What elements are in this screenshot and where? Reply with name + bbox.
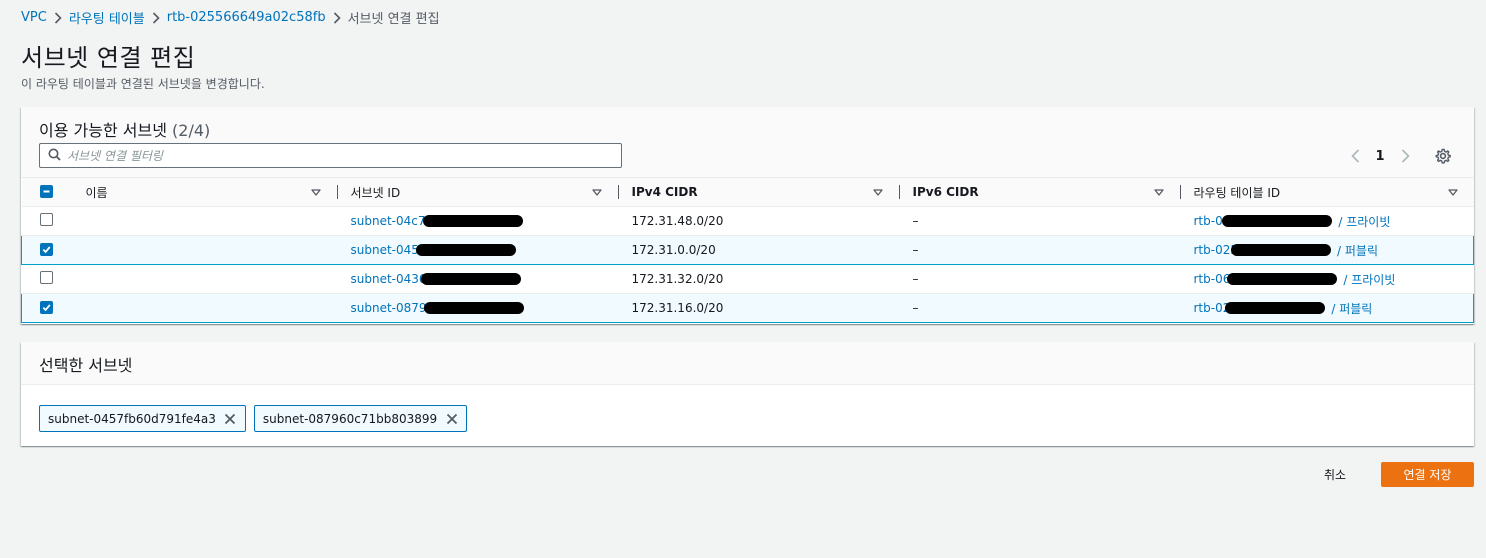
ipv4-cidr-cell: 172.31.16.0/20 <box>631 293 913 323</box>
column-header-subnet-id[interactable]: 서브넷 ID <box>350 178 632 207</box>
redaction-mark <box>415 244 516 256</box>
ipv4-cidr-cell: 172.31.0.0/20 <box>631 235 913 265</box>
select-all-checkbox[interactable] <box>39 185 53 198</box>
subnets-table: 이름 서브넷 ID IPv4 CIDR IPv6 CIDR 라우팅 테이블 ID… <box>21 178 1474 323</box>
next-page-button[interactable] <box>1394 147 1416 165</box>
save-associations-button[interactable]: 연결 저장 <box>1381 462 1474 487</box>
redaction-mark <box>420 273 521 285</box>
redaction-mark <box>423 302 524 314</box>
selected-subnet-token: subnet-0457fb60d791fe4a3 <box>39 405 246 432</box>
column-subnet-id-label: 서브넷 ID <box>350 185 401 200</box>
row-checkbox[interactable] <box>40 301 53 314</box>
previous-page-button[interactable] <box>1344 147 1366 165</box>
subnet-filter[interactable] <box>39 143 622 168</box>
table-row[interactable]: subnet-0879 172.31.16.0/20 – rtb-02/ 퍼블릭 <box>21 293 1474 323</box>
table-header-row: 이름 서브넷 ID IPv4 CIDR IPv6 CIDR 라우팅 테이블 ID <box>21 178 1474 207</box>
available-subnets-count: (2/4) <box>172 121 211 140</box>
column-header-name[interactable]: 이름 <box>69 178 351 207</box>
selected-subnets-panel: 선택한 서브넷 subnet-0457fb60d791fe4a3 subnet-… <box>21 342 1474 446</box>
page-title: 서브넷 연결 편집 <box>21 44 196 72</box>
token-label: subnet-0457fb60d791fe4a3 <box>48 411 216 426</box>
table-row[interactable]: subnet-04c7740 172.31.48.0/20 – rtb-06/ … <box>21 206 1474 236</box>
sort-caret-icon[interactable] <box>309 188 323 196</box>
ipv6-cidr-cell: – <box>912 235 1194 265</box>
subnet-filter-input[interactable] <box>67 148 607 163</box>
route-table-type[interactable]: / 프라이빗 <box>1338 213 1390 230</box>
breadcrumb-vpc[interactable]: VPC <box>21 10 47 25</box>
redaction-mark <box>1222 215 1333 227</box>
route-table-type[interactable]: / 프라이빗 <box>1343 271 1395 288</box>
route-table-type[interactable]: / 퍼블릭 <box>1331 300 1372 317</box>
breadcrumb-current: 서브넷 연결 편집 <box>347 12 440 27</box>
gear-icon[interactable] <box>1434 147 1452 165</box>
pagination: 1 <box>1344 147 1416 165</box>
selected-subnet-tokens: subnet-0457fb60d791fe4a3 subnet-087960c7… <box>39 405 468 432</box>
available-subnets-title: 이용 가능한 서브넷 <box>39 121 167 140</box>
table-row[interactable]: subnet-045 172.31.0.0/20 – rtb-025/ 퍼블릭 <box>21 235 1474 265</box>
available-subnets-header: 이용 가능한 서브넷 (2/4) 1 <box>21 107 1474 178</box>
redaction-mark <box>1231 244 1331 256</box>
sort-caret-icon[interactable] <box>590 188 604 196</box>
column-ipv6-label: IPv6 CIDR <box>912 185 979 199</box>
column-name-label: 이름 <box>85 185 108 200</box>
row-name-cell <box>69 206 351 236</box>
close-icon[interactable] <box>445 412 458 425</box>
token-label: subnet-087960c71bb803899 <box>262 411 438 426</box>
breadcrumb-route-tables[interactable]: 라우팅 테이블 <box>69 8 145 27</box>
sort-caret-icon[interactable] <box>871 188 885 196</box>
column-header-route-table-id[interactable]: 라우팅 테이블 ID <box>1193 178 1474 207</box>
subnet-id-link[interactable]: subnet-045 <box>351 243 419 257</box>
redaction-mark <box>423 215 524 227</box>
route-table-link[interactable]: rtb-06 <box>1194 272 1231 286</box>
ipv6-cidr-cell: – <box>912 264 1194 294</box>
cancel-button[interactable]: 취소 <box>1318 462 1352 486</box>
row-checkbox[interactable] <box>39 271 53 284</box>
sort-caret-icon[interactable] <box>1446 188 1460 196</box>
column-header-ipv4-cidr[interactable]: IPv4 CIDR <box>631 178 913 207</box>
row-checkbox[interactable] <box>40 243 53 256</box>
search-icon <box>48 146 61 165</box>
chevron-right-icon <box>47 11 69 24</box>
sort-caret-icon[interactable] <box>1152 188 1166 196</box>
breadcrumb-route-table-id[interactable]: rtb-025566649a02c58fb <box>167 10 326 25</box>
chevron-left-icon <box>1350 149 1359 163</box>
selected-subnet-token: subnet-087960c71bb803899 <box>253 405 468 432</box>
available-subnets-heading: 이용 가능한 서브넷 (2/4) <box>39 117 210 141</box>
column-divider[interactable] <box>336 185 338 199</box>
ipv4-cidr-cell: 172.31.48.0/20 <box>631 206 913 236</box>
chevron-right-icon <box>145 11 167 24</box>
column-divider[interactable] <box>898 185 900 199</box>
column-route-table-label: 라우팅 테이블 ID <box>1193 185 1281 200</box>
redaction-mark <box>1225 302 1326 314</box>
subnet-id-link[interactable]: subnet-0879 <box>351 301 427 315</box>
ipv6-cidr-cell: – <box>912 206 1194 236</box>
subnet-id-link[interactable]: subnet-0436 <box>351 272 427 286</box>
breadcrumb: VPC 라우팅 테이블 rtb-025566649a02c58fb 서브넷 연결… <box>21 8 440 27</box>
row-name-cell <box>69 264 351 294</box>
ipv6-cidr-cell: – <box>912 293 1194 323</box>
route-table-type[interactable]: / 퍼블릭 <box>1337 242 1378 259</box>
selected-subnets-header: 선택한 서브넷 <box>21 342 1474 385</box>
row-name-cell <box>69 235 351 265</box>
page-number[interactable]: 1 <box>1366 149 1394 164</box>
row-checkbox[interactable] <box>39 213 53 226</box>
available-subnets-panel: 이용 가능한 서브넷 (2/4) 1 <box>21 107 1474 324</box>
row-name-cell <box>69 293 351 323</box>
column-divider[interactable] <box>1179 185 1181 199</box>
column-ipv4-label: IPv4 CIDR <box>631 185 698 199</box>
chevron-right-icon <box>1401 149 1410 163</box>
select-all-cell <box>21 178 70 207</box>
ipv4-cidr-cell: 172.31.32.0/20 <box>631 264 913 294</box>
table-row[interactable]: subnet-0436 172.31.32.0/20 – rtb-06 / 프라이… <box>21 264 1474 294</box>
column-header-ipv6-cidr[interactable]: IPv6 CIDR <box>912 178 1194 207</box>
selected-subnets-heading: 선택한 서브넷 <box>39 356 133 375</box>
redaction-mark <box>1227 273 1338 285</box>
page-description: 이 라우팅 테이블과 연결된 서브넷을 변경합니다. <box>21 77 265 91</box>
close-icon[interactable] <box>224 412 237 425</box>
column-divider[interactable] <box>617 185 619 199</box>
chevron-right-icon <box>326 11 348 24</box>
